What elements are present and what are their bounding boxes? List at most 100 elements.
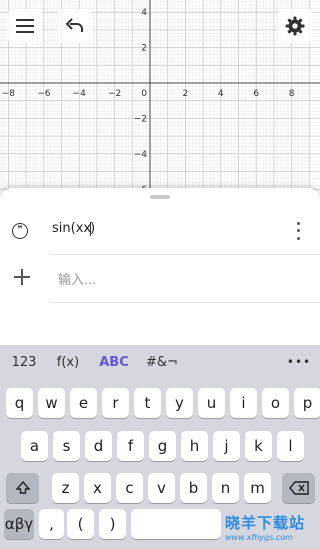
- watermark-text: 晓羊下载站: [225, 514, 306, 532]
- tab-functions[interactable]: f(x): [48, 345, 88, 379]
- tab-abc[interactable]: ABC: [94, 345, 134, 379]
- graph-view[interactable]: −8−6−4−20246842−2−4−6: [0, 0, 320, 195]
- key-p-label: p: [302, 394, 313, 412]
- menu-button[interactable]: [8, 9, 42, 43]
- space-key[interactable]: [131, 509, 221, 539]
- key-z-label: z: [61, 479, 70, 497]
- x-tick-label: −2: [108, 89, 121, 99]
- expression-before-cursor: sin(xx: [52, 221, 92, 236]
- y-tick-label: 4: [141, 8, 147, 18]
- shift-key[interactable]: [6, 473, 39, 503]
- graph-canvas[interactable]: −8−6−4−20246842−2−4−6: [0, 0, 320, 195]
- key-r[interactable]: r: [102, 388, 129, 418]
- x-tick-label: 2: [183, 89, 189, 99]
- key-f[interactable]: f: [117, 431, 144, 461]
- key-h[interactable]: h: [181, 431, 208, 461]
- key-w-label: w: [45, 394, 58, 412]
- key-r-label: r: [112, 394, 119, 412]
- left-paren-key-label: (: [77, 515, 84, 533]
- key-z[interactable]: z: [52, 473, 79, 503]
- key-g-label: g: [157, 437, 168, 455]
- keyboard-tabs: 123 f(x) ABC #&¬ •••: [0, 345, 320, 379]
- tab-123[interactable]: 123: [4, 345, 44, 379]
- shift-icon: [15, 481, 30, 494]
- backspace-icon: [288, 481, 309, 495]
- x-tick-label: −6: [37, 89, 51, 99]
- undo-button[interactable]: [58, 9, 92, 43]
- key-c[interactable]: c: [116, 473, 143, 503]
- key-u[interactable]: u: [198, 388, 225, 418]
- key-a[interactable]: a: [21, 431, 48, 461]
- x-tick-label: 8: [289, 89, 295, 99]
- algebra-panel: ❞ sin(xx) 输入...: [0, 188, 320, 345]
- key-j[interactable]: j: [213, 431, 240, 461]
- quote-icon[interactable]: ❞: [12, 223, 28, 239]
- key-o[interactable]: o: [262, 388, 289, 418]
- key-k[interactable]: k: [245, 431, 272, 461]
- key-q-label: q: [14, 394, 25, 412]
- gear-icon: [285, 16, 305, 36]
- key-a-label: a: [29, 437, 40, 455]
- more-horiz-icon[interactable]: •••: [282, 345, 316, 379]
- greek-key[interactable]: αβγ: [4, 509, 34, 539]
- input-placeholder[interactable]: 输入...: [58, 269, 96, 288]
- more-vert-icon[interactable]: [290, 220, 306, 242]
- watermark: 晓羊下载站 www.xfhygs.com: [225, 512, 317, 546]
- tab-symbols[interactable]: #&¬: [141, 345, 183, 379]
- key-i[interactable]: i: [230, 388, 257, 418]
- key-h-label: h: [189, 437, 200, 455]
- key-d[interactable]: d: [85, 431, 112, 461]
- input-row[interactable]: 输入...: [0, 255, 320, 303]
- key-y[interactable]: y: [166, 388, 193, 418]
- expression-text[interactable]: sin(xx): [52, 221, 95, 236]
- key-o-label: o: [270, 394, 281, 412]
- undo-icon: [65, 18, 83, 32]
- x-tick-label: 4: [218, 89, 224, 99]
- row-divider: [50, 302, 320, 303]
- key-p[interactable]: p: [294, 388, 320, 418]
- key-e[interactable]: e: [70, 388, 97, 418]
- key-q[interactable]: q: [6, 388, 33, 418]
- drag-handle[interactable]: [150, 195, 170, 199]
- key-i-label: i: [241, 394, 246, 412]
- key-x-label: x: [93, 479, 102, 497]
- key-m[interactable]: m: [244, 473, 271, 503]
- plus-icon[interactable]: [12, 267, 32, 287]
- key-e-label: e: [78, 394, 89, 412]
- settings-button[interactable]: [278, 9, 312, 43]
- x-tick-label: 6: [253, 89, 259, 99]
- key-w[interactable]: w: [38, 388, 65, 418]
- key-j-label: j: [224, 437, 229, 455]
- key-b[interactable]: b: [180, 473, 207, 503]
- comma-key-label: ,: [49, 515, 54, 533]
- watermark-url: www.xfhygs.com: [225, 533, 293, 542]
- right-paren-key[interactable]: ): [99, 509, 126, 539]
- key-x[interactable]: x: [84, 473, 111, 503]
- key-n-label: n: [220, 479, 231, 497]
- greek-key-label: αβγ: [4, 515, 34, 533]
- key-l[interactable]: l: [277, 431, 304, 461]
- menu-icon: [16, 19, 34, 33]
- comma-key[interactable]: ,: [39, 509, 64, 539]
- expression-after-cursor: ): [90, 221, 96, 236]
- left-paren-key[interactable]: (: [67, 509, 94, 539]
- key-v[interactable]: v: [148, 473, 175, 503]
- key-t-label: t: [144, 394, 151, 412]
- key-f-label: f: [127, 437, 134, 455]
- key-g[interactable]: g: [149, 431, 176, 461]
- key-l-label: l: [288, 437, 293, 455]
- right-paren-key-label: ): [109, 515, 116, 533]
- expression-row[interactable]: ❞ sin(xx): [0, 207, 320, 255]
- key-d-label: d: [93, 437, 104, 455]
- key-t[interactable]: t: [134, 388, 161, 418]
- x-tick-label: 0: [141, 89, 147, 99]
- key-u-label: u: [206, 394, 217, 412]
- y-tick-label: 2: [141, 44, 147, 54]
- x-tick-label: −8: [2, 89, 16, 99]
- y-tick-label: −4: [134, 150, 148, 160]
- key-c-label: c: [125, 479, 134, 497]
- key-s[interactable]: s: [53, 431, 80, 461]
- key-y-label: y: [175, 394, 184, 412]
- backspace-key[interactable]: [282, 473, 315, 503]
- key-n[interactable]: n: [212, 473, 239, 503]
